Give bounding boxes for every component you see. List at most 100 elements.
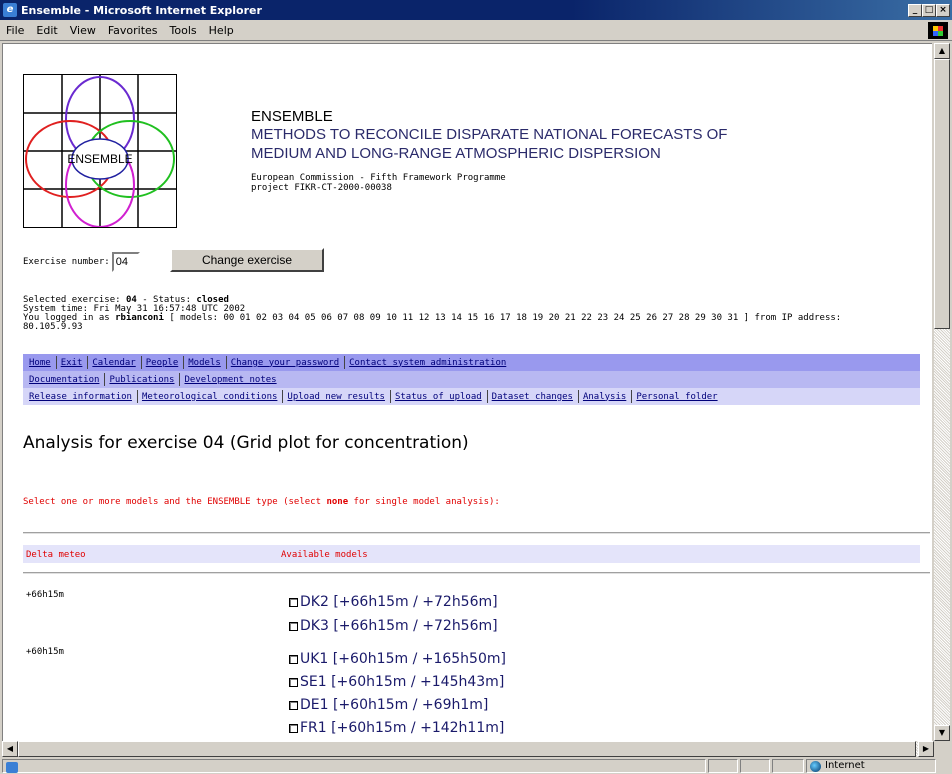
internet-globe-icon xyxy=(810,761,821,772)
site-subtitle-line2: MEDIUM AND LONG-RANGE ATMOSPHERIC DISPER… xyxy=(251,145,661,162)
delta-label-66h15m: +66h15m xyxy=(26,590,64,600)
nav-calendar[interactable]: Calendar xyxy=(92,358,140,368)
window-title: Ensemble - Microsoft Internet Explorer xyxy=(21,3,262,17)
menu-favorites[interactable]: Favorites xyxy=(102,24,164,37)
nav-row-2: Documentation Publications Development n… xyxy=(23,371,920,388)
model-row-se1[interactable]: SE1 [+60h15m / +145h43m] xyxy=(289,674,504,690)
models-table-header: Delta meteo Available models xyxy=(23,545,920,563)
instruction-text: Select one or more models and the ENSEMB… xyxy=(23,497,500,507)
ip-address: 80.105.9.93 xyxy=(23,322,83,332)
scroll-down-icon[interactable]: ▼ xyxy=(934,725,950,741)
status-pane-2 xyxy=(708,759,738,773)
site-subtitle-line1: METHODS TO RECONCILE DISPARATE NATIONAL … xyxy=(251,126,728,143)
status-bar: Internet xyxy=(0,758,952,774)
navigation: Home Exit Calendar People Models Change … xyxy=(23,354,920,405)
page-icon xyxy=(6,762,18,773)
nav-personal-folder[interactable]: Personal folder xyxy=(636,392,722,402)
exercise-form: Exercise number: Change exercise xyxy=(23,248,324,272)
menu-help[interactable]: Help xyxy=(203,24,240,37)
zone-label: Internet xyxy=(825,760,865,771)
login-models: [ models: 00 01 02 03 04 05 06 07 08 09 … xyxy=(163,313,842,323)
security-zone: Internet xyxy=(806,759,936,773)
model-row-dk2[interactable]: DK2 [+66h15m / +72h56m] xyxy=(289,594,498,610)
nav-publications[interactable]: Publications xyxy=(109,375,179,385)
username: rbianconi xyxy=(115,313,164,323)
maximize-button[interactable]: □ xyxy=(922,3,936,17)
funding-line2: project FIKR-CT-2000-00038 xyxy=(251,183,392,193)
nav-row-1: Home Exit Calendar People Models Change … xyxy=(23,354,920,371)
nav-analysis[interactable]: Analysis xyxy=(583,392,631,402)
ensemble-logo: ENSEMBLE xyxy=(23,74,177,228)
page-viewport: ENSEMBLE ENSEMBLE METHODS TO RECONCILE D… xyxy=(2,43,932,741)
nav-upload-results[interactable]: Upload new results xyxy=(287,392,390,402)
status-text-pane xyxy=(2,759,706,773)
delta-label-60h15m: +60h15m xyxy=(26,647,64,657)
status-pane-3 xyxy=(740,759,770,773)
delta-meteo-header: Delta meteo xyxy=(26,550,86,560)
model-row-uk1[interactable]: UK1 [+60h15m / +165h50m] xyxy=(289,651,506,667)
session-info: Selected exercise: 04 - Status: closed S… xyxy=(23,296,932,332)
available-models-header: Available models xyxy=(281,550,368,560)
vertical-scroll-thumb[interactable] xyxy=(934,59,950,329)
divider-bottom xyxy=(23,572,930,574)
instruction-none: none xyxy=(326,497,349,507)
change-exercise-button[interactable]: Change exercise xyxy=(170,248,324,272)
menu-file[interactable]: File xyxy=(0,24,30,37)
ie-icon: e xyxy=(3,3,17,17)
exercise-label: Exercise number: xyxy=(23,257,110,267)
model-label: FR1 [+60h15m / +142h11m] xyxy=(300,720,505,736)
close-button[interactable]: × xyxy=(936,3,950,17)
model-row-dk3[interactable]: DK3 [+66h15m / +72h56m] xyxy=(289,618,498,634)
menu-bar: File Edit View Favorites Tools Help xyxy=(0,20,952,41)
nav-contact-admin[interactable]: Contact system administration xyxy=(349,358,511,368)
menu-edit[interactable]: Edit xyxy=(30,24,63,37)
model-checkbox[interactable] xyxy=(289,700,298,710)
model-row-de1[interactable]: DE1 [+60h15m / +69h1m] xyxy=(289,697,488,713)
nav-row-3: Release information Meteorological condi… xyxy=(23,388,920,405)
nav-status-of-upload[interactable]: Status of upload xyxy=(395,392,487,402)
nav-exit[interactable]: Exit xyxy=(61,358,88,368)
model-checkbox[interactable] xyxy=(289,597,298,607)
title-bar: e Ensemble - Microsoft Internet Explorer… xyxy=(0,0,952,20)
nav-models[interactable]: Models xyxy=(188,358,226,368)
site-title: ENSEMBLE xyxy=(251,108,333,125)
model-row-fr1[interactable]: FR1 [+60h15m / +142h11m] xyxy=(289,720,504,736)
model-label: DE1 [+60h15m / +69h1m] xyxy=(300,697,489,713)
instruction-after: for single model analysis): xyxy=(348,497,500,507)
model-checkbox[interactable] xyxy=(289,677,298,687)
model-label: DK3 [+66h15m / +72h56m] xyxy=(300,618,498,634)
model-label: DK2 [+66h15m / +72h56m] xyxy=(300,594,498,610)
nav-release-information[interactable]: Release information xyxy=(29,392,137,402)
site-header: ENSEMBLE METHODS TO RECONCILE DISPARATE … xyxy=(251,108,727,193)
model-label: UK1 [+60h15m / +165h50m] xyxy=(300,651,506,667)
vertical-scrollbar[interactable]: ▲ ▼ xyxy=(934,43,950,741)
nav-people[interactable]: People xyxy=(146,358,184,368)
model-checkbox[interactable] xyxy=(289,723,298,733)
menu-tools[interactable]: Tools xyxy=(164,24,203,37)
exercise-number-input[interactable] xyxy=(111,252,140,272)
horizontal-scrollbar[interactable]: ◀ ▶ xyxy=(2,741,934,757)
nav-documentation[interactable]: Documentation xyxy=(29,375,104,385)
scroll-left-icon[interactable]: ◀ xyxy=(2,741,18,757)
ensemble-logo-graphic: ENSEMBLE xyxy=(24,75,176,228)
status-pane-4 xyxy=(772,759,804,773)
model-checkbox[interactable] xyxy=(289,621,298,631)
model-label: SE1 [+60h15m / +145h43m] xyxy=(300,674,505,690)
browser-window: e Ensemble - Microsoft Internet Explorer… xyxy=(0,0,952,774)
nav-home[interactable]: Home xyxy=(29,358,56,368)
instruction-before: Select one or more models and the ENSEMB… xyxy=(23,497,327,507)
scroll-right-icon[interactable]: ▶ xyxy=(918,741,934,757)
horizontal-scroll-thumb[interactable] xyxy=(18,741,916,757)
funding-line1: European Commission - Fifth Framework Pr… xyxy=(251,173,506,183)
menu-view[interactable]: View xyxy=(64,24,102,37)
nav-meteorological-conditions[interactable]: Meteorological conditions xyxy=(142,392,282,402)
divider-top xyxy=(23,532,930,534)
model-checkbox[interactable] xyxy=(289,654,298,664)
login-line: You logged in as rbianconi [ models: 00 … xyxy=(23,314,932,323)
nav-change-password[interactable]: Change your password xyxy=(231,358,344,368)
minimize-button[interactable]: _ xyxy=(908,3,922,17)
scroll-up-icon[interactable]: ▲ xyxy=(934,43,950,59)
nav-dataset-changes[interactable]: Dataset changes xyxy=(492,392,578,402)
nav-development-notes[interactable]: Development notes xyxy=(184,375,281,385)
logo-text: ENSEMBLE xyxy=(67,152,132,166)
